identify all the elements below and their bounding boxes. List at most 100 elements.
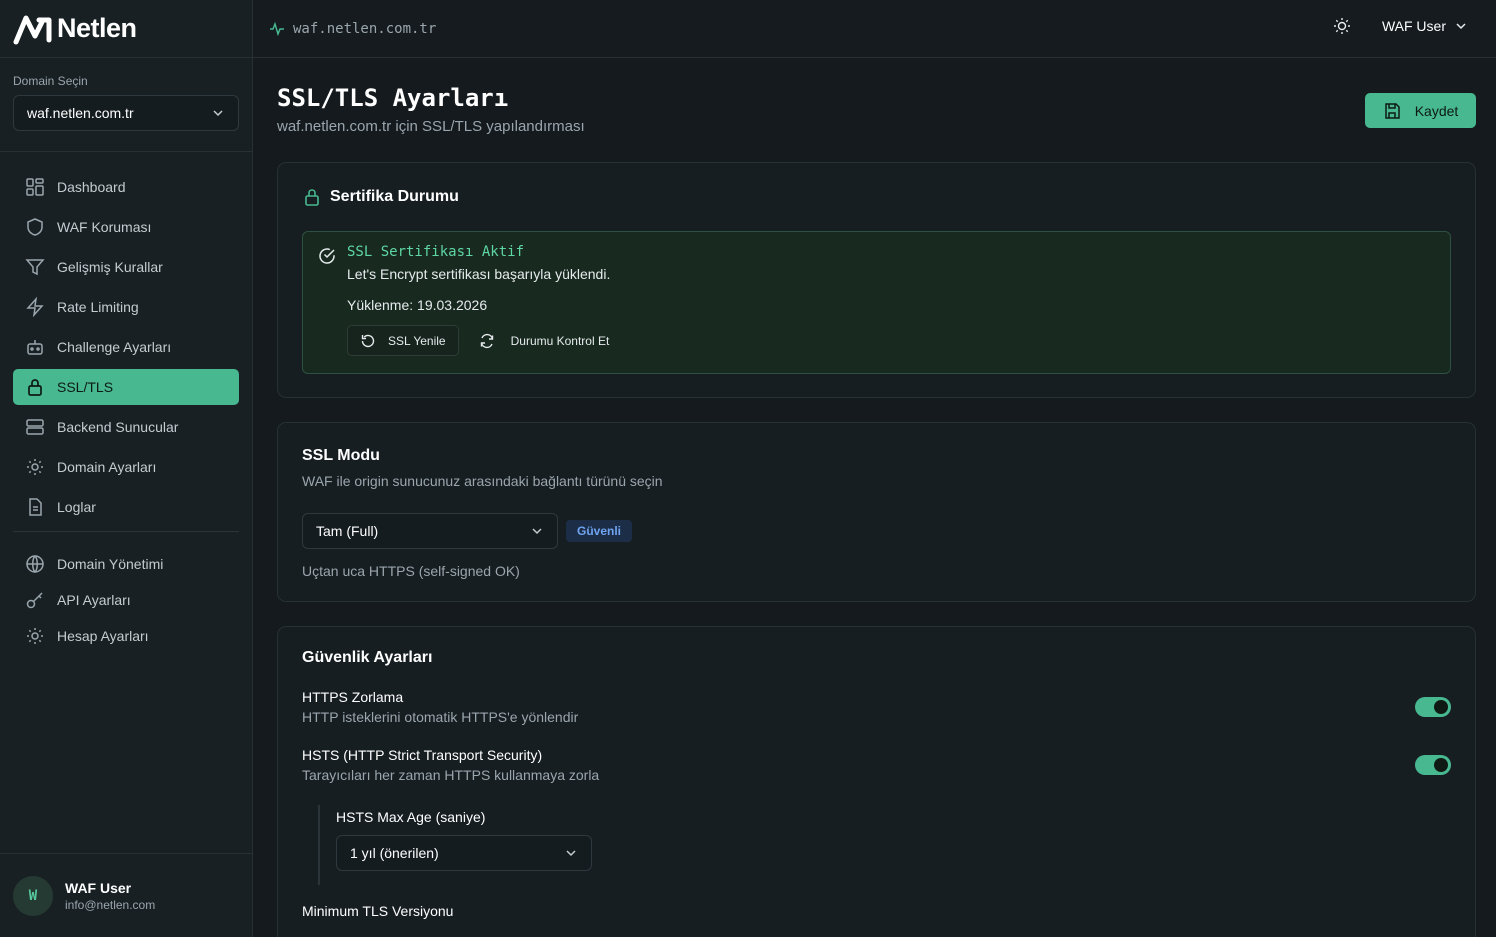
rotate-ccw-icon — [361, 334, 375, 347]
ssl-mode-note: Uçtan uca HTTPS (self-signed OK) — [302, 563, 520, 579]
chevron-down-icon — [1456, 23, 1466, 30]
setting-desc: HTTP isteklerini otomatik HTTPS'e yönlen… — [302, 709, 579, 725]
sidebar-user[interactable]: W WAF User info@netlen.com — [0, 853, 253, 937]
ssl-renew-button[interactable]: SSL Yenile — [347, 325, 459, 356]
ssl-renew-label: SSL Yenile — [388, 333, 446, 348]
card-title: SSL Modu — [302, 447, 380, 464]
topbar: waf.netlen.com.tr WAF User — [253, 0, 1496, 58]
chevron-down-icon — [213, 110, 223, 117]
domain-select-label: Domain Seçin — [13, 74, 88, 88]
filter-icon — [25, 259, 45, 276]
sidebar-item-domain-management[interactable]: Domain Yönetimi — [13, 546, 239, 582]
certificate-status-title: SSL Sertifikası Aktif — [347, 244, 525, 260]
sidebar-nav: Dashboard WAF Koruması Gelişmiş Kurallar… — [0, 152, 252, 654]
sidebar-item-challenge[interactable]: Challenge Ayarları — [13, 329, 239, 365]
card-subtitle: WAF ile origin sunucunuz arasındaki bağl… — [302, 473, 663, 489]
hsts-max-age-value: 1 yıl (önerilen) — [350, 845, 439, 861]
sidebar-item-label: Domain Yönetimi — [57, 556, 164, 572]
lock-icon — [28, 379, 42, 396]
file-icon — [29, 498, 42, 516]
user-name: WAF User — [65, 879, 132, 896]
min-tls-label: Minimum TLS Versiyonu — [302, 903, 454, 919]
sidebar-item-ssl-tls[interactable]: SSL/TLS — [13, 369, 239, 405]
sidebar: Netlen Domain Seçin waf.netlen.com.tr Da… — [0, 0, 253, 937]
sidebar-item-label: WAF Koruması — [57, 219, 152, 235]
hsts-toggle[interactable] — [1415, 755, 1451, 775]
main-content: SSL/TLS Ayarları waf.netlen.com.tr için … — [253, 58, 1496, 937]
hsts-max-age-label: HSTS Max Age (saniye) — [336, 809, 486, 825]
user-menu-button[interactable]: WAF User — [1382, 18, 1468, 34]
user-email: info@netlen.com — [65, 897, 156, 912]
zap-icon — [26, 297, 44, 317]
setting-title: HTTPS Zorlama — [302, 689, 404, 705]
ssl-mode-select[interactable]: Tam (Full) — [302, 513, 558, 549]
current-site: waf.netlen.com.tr — [293, 20, 437, 37]
sidebar-item-label: SSL/TLS — [57, 379, 114, 395]
key-icon — [26, 592, 43, 609]
sidebar-item-rules[interactable]: Gelişmiş Kurallar — [13, 249, 239, 285]
sidebar-item-label: Loglar — [57, 499, 96, 515]
hsts-max-age-setting: HSTS Max Age (saniye) 1 yıl (önerilen) — [318, 805, 1451, 885]
chevron-down-icon — [532, 528, 542, 535]
sidebar-item-label: API Ayarları — [57, 592, 131, 608]
page-subtitle: waf.netlen.com.tr için SSL/TLS yapılandı… — [277, 118, 585, 135]
sidebar-item-label: Gelişmiş Kurallar — [57, 259, 163, 275]
check-circle-icon — [319, 248, 335, 264]
https-redirect-setting: HTTPS Zorlama HTTP isteklerini otomatik … — [302, 689, 1451, 725]
check-status-button[interactable]: Durumu Kontrol Et — [459, 325, 622, 356]
hsts-setting: HSTS (HTTP Strict Transport Security) Ta… — [302, 747, 1451, 783]
avatar: W — [13, 875, 53, 916]
sidebar-item-rate-limiting[interactable]: Rate Limiting — [13, 289, 239, 325]
sidebar-item-label: Challenge Ayarları — [57, 339, 172, 355]
netlen-logo-icon — [13, 15, 52, 44]
save-button[interactable]: Kaydet — [1365, 93, 1476, 128]
shield-icon — [27, 218, 43, 236]
sidebar-item-api-settings[interactable]: API Ayarları — [13, 582, 239, 618]
chevron-down-icon — [566, 850, 576, 857]
page-title: SSL/TLS Ayarları — [277, 84, 509, 112]
sidebar-item-label: Hesap Ayarları — [57, 628, 149, 644]
domain-select[interactable]: waf.netlen.com.tr — [13, 95, 239, 131]
server-icon — [26, 419, 44, 435]
hsts-max-age-select[interactable]: 1 yıl (önerilen) — [336, 835, 592, 871]
domain-select-value: waf.netlen.com.tr — [27, 105, 134, 121]
ssl-mode-value: Tam (Full) — [316, 523, 379, 539]
dashboard-icon — [26, 178, 44, 196]
check-status-label: Durumu Kontrol Et — [510, 333, 610, 348]
brand-name: Netlen — [57, 13, 137, 43]
gear-icon — [27, 628, 43, 644]
lock-icon — [305, 189, 319, 206]
setting-title: HSTS (HTTP Strict Transport Security) — [302, 747, 543, 763]
user-menu-label: WAF User — [1381, 18, 1446, 34]
sidebar-item-label: Dashboard — [57, 179, 126, 195]
certificate-alert: SSL Sertifikası Aktif Let's Encrypt sert… — [302, 231, 1451, 374]
sidebar-item-label: Backend Sunucular — [57, 419, 179, 435]
card-title: Sertifika Durumu — [330, 188, 459, 205]
brand-logo[interactable]: Netlen — [0, 0, 252, 58]
ssl-mode-card: SSL Modu WAF ile origin sunucunuz arasın… — [277, 422, 1476, 602]
sidebar-item-domain-settings[interactable]: Domain Ayarları — [13, 449, 239, 485]
theme-toggle-sun-icon[interactable] — [1332, 16, 1352, 36]
activity-icon — [270, 21, 284, 36]
globe-icon — [26, 555, 44, 574]
sidebar-item-backend[interactable]: Backend Sunucular — [13, 409, 239, 445]
certificate-status-desc: Let's Encrypt sertifikası başarıyla yükl… — [347, 266, 611, 282]
card-title: Güvenlik Ayarları — [302, 649, 433, 666]
certificate-date: Yüklenme: 19.03.2026 — [347, 297, 488, 313]
sidebar-item-dashboard[interactable]: Dashboard — [13, 169, 239, 205]
sidebar-item-account-settings[interactable]: Hesap Ayarları — [13, 618, 239, 654]
save-icon — [1384, 102, 1400, 119]
gear-icon — [27, 459, 43, 475]
https-redirect-toggle[interactable] — [1415, 697, 1451, 717]
nav-divider — [13, 531, 239, 532]
sidebar-item-waf[interactable]: WAF Koruması — [13, 209, 239, 245]
save-button-label: Kaydet — [1414, 102, 1459, 119]
setting-desc: Tarayıcıları her zaman HTTPS kullanmaya … — [302, 767, 600, 783]
security-settings-card: Güvenlik Ayarları HTTPS Zorlama HTTP ist… — [277, 626, 1476, 937]
certificate-status-card: Sertifika Durumu SSL Sertifikası Aktif L… — [277, 162, 1476, 398]
bot-icon — [27, 340, 43, 355]
status-badge: Güvenli — [566, 520, 633, 542]
sidebar-item-label: Rate Limiting — [57, 299, 139, 315]
domain-selector-block: Domain Seçin waf.netlen.com.tr — [0, 58, 252, 152]
sidebar-item-logs[interactable]: Loglar — [13, 489, 239, 525]
